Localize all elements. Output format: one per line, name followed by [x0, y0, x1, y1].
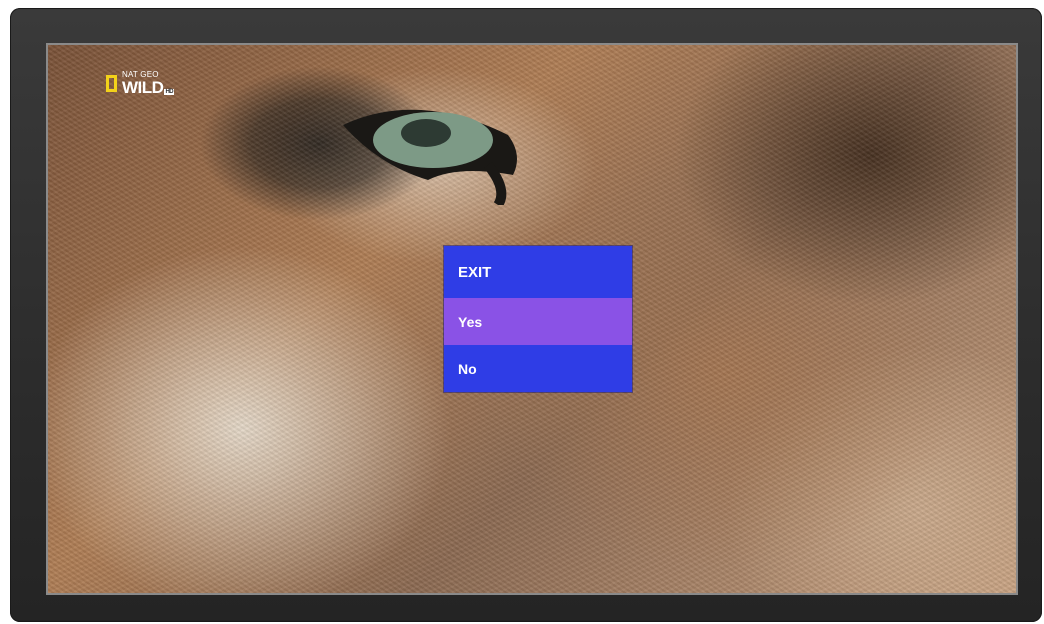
dialog-title: EXIT: [458, 263, 492, 281]
animal-eye-image: [343, 109, 517, 205]
exit-dialog: EXIT Yes No: [444, 246, 632, 392]
yes-option[interactable]: Yes: [444, 298, 632, 345]
yellow-frame-icon: [106, 75, 117, 92]
no-option[interactable]: No: [444, 345, 632, 392]
hd-badge: HD: [164, 89, 175, 95]
logo-wild-text: WILD: [122, 78, 164, 97]
channel-logo: NAT GEO WILD HD: [106, 71, 175, 97]
logo-main-text: WILD HD: [122, 78, 175, 97]
